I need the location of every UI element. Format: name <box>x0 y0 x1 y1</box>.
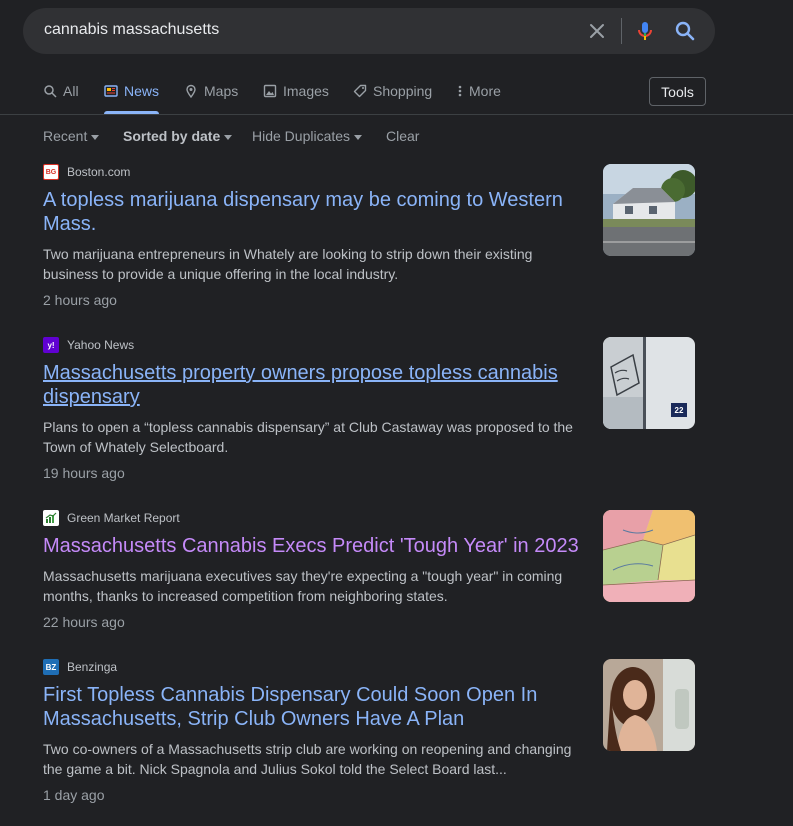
search-tabs: All News Maps Images Shopping More Tools <box>0 72 793 114</box>
tab-label: News <box>124 83 160 99</box>
result-snippet: Plans to open a “topless cannabis dispen… <box>43 419 573 455</box>
sort-filter-label: Sorted by date <box>123 128 221 144</box>
favicon-text: BG <box>45 168 57 176</box>
duplicates-filter[interactable]: Hide Duplicates <box>252 128 363 144</box>
result-title[interactable]: Massachusetts property owners propose to… <box>43 361 588 409</box>
result-source[interactable]: Green Market Report <box>43 510 180 526</box>
source-name: Yahoo News <box>67 338 135 352</box>
search-input[interactable]: cannabis massachusetts <box>44 21 219 39</box>
result-title[interactable]: First Topless Cannabis Dispensary Could … <box>43 683 588 731</box>
result-time: 22 hours ago <box>43 614 125 630</box>
boston-globe-icon: BG <box>43 164 59 180</box>
tab-shopping[interactable]: Shopping <box>353 72 432 114</box>
result-thumbnail[interactable]: 22 <box>603 337 695 429</box>
search-divider <box>621 18 622 44</box>
search-icon <box>44 85 57 98</box>
sign-photo: 22 <box>603 337 695 429</box>
result-time: 1 day ago <box>43 787 105 803</box>
tag-icon <box>353 84 367 98</box>
tab-more[interactable]: More <box>457 72 501 114</box>
yahoo-icon: y! <box>43 337 59 353</box>
result-time: 19 hours ago <box>43 465 125 481</box>
result-source[interactable]: y! Yahoo News <box>43 337 134 353</box>
sort-filter[interactable]: Sorted by date <box>123 128 233 144</box>
search-button[interactable] <box>673 19 697 43</box>
tab-label: More <box>469 83 501 99</box>
tab-label: All <box>63 83 79 99</box>
benzinga-icon: BZ <box>43 659 59 675</box>
search-icon <box>675 21 695 41</box>
channel-badge: 22 <box>675 406 684 415</box>
tab-news[interactable]: News <box>104 72 160 114</box>
green-market-report-icon <box>43 510 59 526</box>
result-source[interactable]: BZ Benzinga <box>43 659 117 675</box>
tools-button[interactable]: Tools <box>649 77 706 106</box>
result-title[interactable]: Massachusetts Cannabis Execs Predict 'To… <box>43 534 588 558</box>
map-photo <box>603 510 695 602</box>
microphone-icon <box>638 22 652 40</box>
favicon-text: y! <box>47 340 55 350</box>
clear-filters-button[interactable]: Clear <box>386 128 419 144</box>
tabs-divider <box>0 114 793 115</box>
result-snippet: Massachusetts marijuana executives say t… <box>43 568 563 604</box>
duplicates-filter-label: Hide Duplicates <box>252 128 351 144</box>
result-thumbnail[interactable] <box>603 164 695 256</box>
recent-filter[interactable]: Recent <box>43 128 100 144</box>
image-icon <box>263 84 277 98</box>
result-title[interactable]: A topless marijuana dispensary may be co… <box>43 188 588 236</box>
result-source[interactable]: BG Boston.com <box>43 164 130 180</box>
source-name: Green Market Report <box>67 511 180 525</box>
voice-search-button[interactable] <box>633 19 657 43</box>
tab-label: Images <box>283 83 329 99</box>
tab-all[interactable]: All <box>43 72 79 114</box>
source-name: Boston.com <box>67 165 131 179</box>
result-thumbnail[interactable] <box>603 659 695 751</box>
source-name: Benzinga <box>67 660 118 674</box>
close-icon <box>590 24 604 38</box>
dropdown-arrow-icon <box>91 134 100 140</box>
tab-images[interactable]: Images <box>263 72 329 114</box>
tab-label: Maps <box>204 83 239 99</box>
news-icon <box>104 85 118 97</box>
more-vert-icon <box>458 85 462 97</box>
building-photo <box>603 164 695 256</box>
tab-maps[interactable]: Maps <box>184 72 238 114</box>
search-bar[interactable]: cannabis massachusetts <box>23 8 715 54</box>
portrait-photo <box>603 659 695 751</box>
chart-icon <box>45 512 57 523</box>
clear-search-button[interactable] <box>584 18 610 44</box>
recent-filter-label: Recent <box>43 128 88 144</box>
dropdown-arrow-icon <box>224 134 233 140</box>
result-snippet: Two marijuana entrepreneurs in Whately a… <box>43 246 533 282</box>
result-time: 2 hours ago <box>43 292 117 308</box>
map-pin-icon <box>186 84 196 98</box>
favicon-text: BZ <box>45 662 57 672</box>
result-snippet: Two co-owners of a Massachusetts strip c… <box>43 741 572 777</box>
result-thumbnail[interactable] <box>603 510 695 602</box>
tab-label: Shopping <box>373 83 433 99</box>
dropdown-arrow-icon <box>354 134 363 140</box>
